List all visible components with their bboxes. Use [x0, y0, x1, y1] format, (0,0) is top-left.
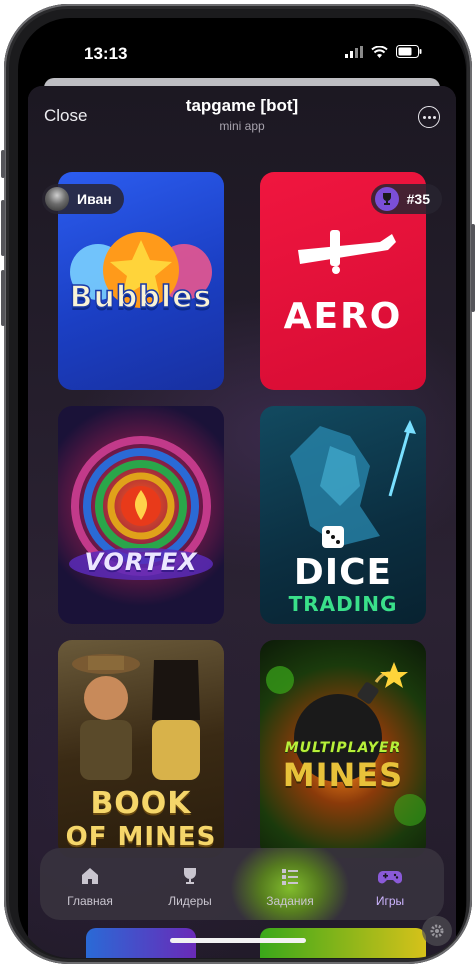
- aero-title: AERO: [283, 296, 403, 337]
- home-indicator[interactable]: [170, 938, 306, 943]
- signal-icon: [345, 45, 363, 58]
- settings-gear-button[interactable]: [422, 916, 452, 946]
- trading-title: TRADING: [288, 592, 398, 616]
- nav-item-tasks[interactable]: Задания: [250, 860, 330, 908]
- dice-title: DICE: [293, 552, 393, 593]
- battery-icon: [396, 45, 422, 58]
- app-title: tapgame [bot]: [185, 96, 299, 115]
- user-name: Иван: [77, 191, 112, 207]
- nav-item-leaders[interactable]: Лидеры: [150, 860, 230, 908]
- status-bar: 13:13: [18, 18, 466, 82]
- mini-app: Close tapgame [bot] mini app Bubbles AER…: [28, 86, 456, 958]
- trophy-icon: [184, 868, 196, 884]
- mines-title: MINES: [282, 756, 404, 794]
- status-time: 13:13: [84, 44, 128, 63]
- volume-down-button: [1, 270, 5, 326]
- next-game-peek-right: [260, 928, 426, 958]
- game-card-vortex[interactable]: VORTEX: [58, 406, 224, 624]
- nav-item-home[interactable]: Главная: [50, 860, 130, 908]
- bubbles-title: Bubbles: [69, 279, 213, 316]
- rank-value: #35: [406, 191, 430, 207]
- bottom-navigation: Главная Лидеры Задания Игры: [40, 848, 444, 920]
- power-button: [471, 224, 475, 312]
- telegram-header: Close tapgame [bot] mini app: [28, 86, 456, 148]
- nav-label-leaders: Лидеры: [168, 894, 212, 908]
- status-icons: [345, 45, 422, 58]
- phone-frame: 13:13 Close tapgame [bot] mini app Bubbl…: [1, 4, 475, 964]
- volume-up-button: [1, 200, 5, 256]
- game-card-dice-trading[interactable]: DICE TRADING: [260, 406, 426, 624]
- avatar: [45, 187, 69, 211]
- next-game-peek-left: [86, 928, 196, 958]
- screen: 13:13 Close tapgame [bot] mini app Bubbl…: [18, 18, 466, 958]
- home-icon: [82, 868, 98, 884]
- gamepad-icon: [378, 871, 402, 884]
- user-profile-chip[interactable]: Иван: [42, 184, 124, 214]
- game-card-multiplayer-mines[interactable]: MULTIPLAYER MINES: [260, 640, 426, 858]
- multiplayer-title: MULTIPLAYER: [284, 740, 402, 756]
- book-title: BOOK: [90, 786, 192, 821]
- silent-switch: [1, 150, 5, 178]
- wifi-icon: [371, 45, 388, 58]
- nav-item-games[interactable]: Игры: [350, 860, 430, 908]
- nav-label-tasks: Задания: [266, 894, 314, 908]
- nav-label-home: Главная: [67, 894, 113, 908]
- gear-icon: [430, 924, 444, 938]
- list-icon: [282, 869, 298, 885]
- vortex-title: VORTEX: [84, 548, 198, 576]
- more-options-button[interactable]: [418, 106, 440, 128]
- vortex-rings: [69, 436, 213, 580]
- app-subtitle: mini app: [219, 119, 265, 133]
- rank-chip[interactable]: #35: [370, 184, 442, 214]
- trophy-icon: [374, 187, 399, 211]
- game-card-book-of-mines[interactable]: BOOK OF MINES: [58, 640, 224, 858]
- nav-label-games: Игры: [375, 894, 405, 908]
